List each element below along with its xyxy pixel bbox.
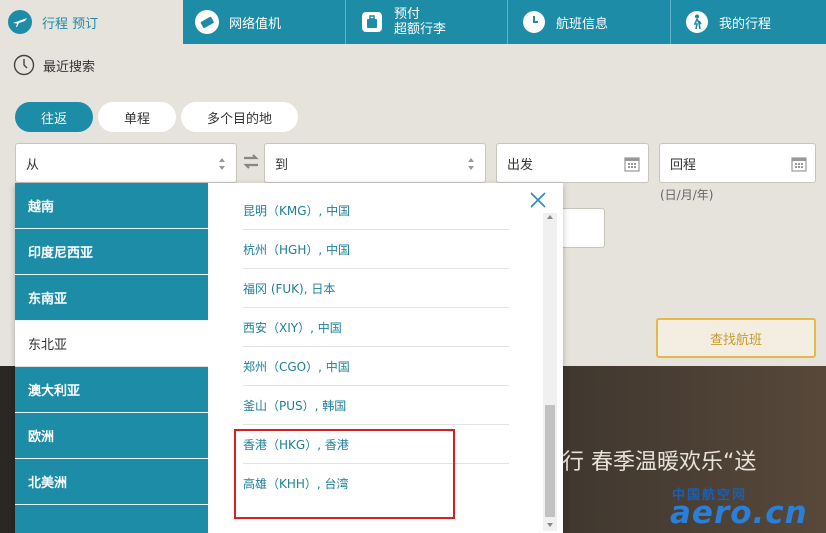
recent-searches-label: 最近搜索 <box>43 59 96 75</box>
select-arrows-icon <box>219 158 225 170</box>
clock-icon <box>522 10 546 34</box>
scroll-thumb[interactable] <box>545 405 555 517</box>
region-item[interactable]: 澳大利亚 <box>15 367 208 413</box>
scroll-up-icon[interactable] <box>546 213 554 221</box>
region-list: 越南 印度尼西亚 东南亚 东北亚 澳大利亚 欧洲 北美洲 <box>15 183 208 533</box>
tab-label-line2: 超额行李 <box>394 22 447 37</box>
swap-icon[interactable] <box>242 152 260 172</box>
to-field[interactable]: 到 <box>264 143 486 183</box>
tab-label: 行程 预订 <box>42 16 99 32</box>
region-item[interactable]: 印度尼西亚 <box>15 229 208 275</box>
tab-prepaid-baggage[interactable]: 预付 超额行李 <box>346 0 508 44</box>
calendar-icon <box>791 157 807 172</box>
city-item[interactable]: 福冈 (FUK), 日本 <box>243 269 509 308</box>
luggage-icon <box>360 10 384 34</box>
tab-flight-info[interactable]: 航班信息 <box>508 0 671 44</box>
passenger-field[interactable] <box>560 208 605 248</box>
traveler-icon <box>685 10 709 34</box>
banner-text: 行 春季温暖欢乐“送 <box>562 450 757 475</box>
depart-date-field[interactable]: 出发 <box>496 143 649 183</box>
region-item-active[interactable]: 东北亚 <box>15 321 208 367</box>
clock-icon <box>13 54 35 76</box>
tab-my-trips[interactable]: 我的行程 <box>671 0 826 44</box>
plane-icon <box>8 10 32 34</box>
ticket-icon <box>195 10 219 34</box>
tab-web-checkin[interactable]: 网络值机 <box>183 0 346 44</box>
city-item[interactable]: 昆明（KMG）, 中国 <box>243 191 509 230</box>
highlight-box <box>234 429 455 519</box>
destination-dropdown: 越南 印度尼西亚 东南亚 东北亚 澳大利亚 欧洲 北美洲 昆明（KMG）, 中国… <box>15 183 563 533</box>
watermark-en: aero.cn <box>670 495 808 531</box>
city-item[interactable]: 杭州（HGH）, 中国 <box>243 230 509 269</box>
tab-booking[interactable]: 行程 预订 <box>0 0 183 44</box>
scroll-down-icon[interactable] <box>546 521 554 529</box>
close-icon[interactable] <box>529 191 547 209</box>
tab-label: 网络值机 <box>229 16 282 32</box>
city-item[interactable]: 郑州（CGO）, 中国 <box>243 347 509 386</box>
region-item[interactable]: 欧洲 <box>15 413 208 459</box>
top-navigation: 行程 预订 网络值机 预付 超额行李 航班信息 我的行程 <box>0 0 826 44</box>
depart-date-label: 出发 <box>507 157 534 173</box>
calendar-icon <box>624 157 640 172</box>
select-arrows-icon <box>468 158 474 170</box>
return-date-field[interactable]: 回程 <box>659 143 816 183</box>
region-item[interactable]: 东南亚 <box>15 275 208 321</box>
trip-type-oneway[interactable]: 单程 <box>98 102 176 132</box>
tab-label: 航班信息 <box>556 16 609 32</box>
to-field-label: 到 <box>275 157 289 173</box>
from-field-label: 从 <box>26 157 40 173</box>
city-list-scrollbar[interactable] <box>543 213 557 531</box>
trip-type-roundtrip[interactable]: 往返 <box>15 102 93 132</box>
date-format-hint: (日/月/年) <box>660 188 714 202</box>
recent-searches[interactable]: 最近搜索 <box>13 54 95 76</box>
search-flights-button[interactable]: 查找航班 <box>656 318 816 358</box>
region-item[interactable]: 越南 <box>15 183 208 229</box>
tab-label-line1: 预付 <box>394 7 421 22</box>
city-item[interactable]: 西安（XIY）, 中国 <box>243 308 509 347</box>
tab-label: 我的行程 <box>719 16 772 32</box>
from-field[interactable]: 从 <box>15 143 237 183</box>
region-item[interactable]: 北美洲 <box>15 459 208 505</box>
return-date-label: 回程 <box>670 157 697 173</box>
city-item[interactable]: 釜山（PUS）, 韩国 <box>243 386 509 425</box>
trip-type-multicity[interactable]: 多个目的地 <box>181 102 298 132</box>
